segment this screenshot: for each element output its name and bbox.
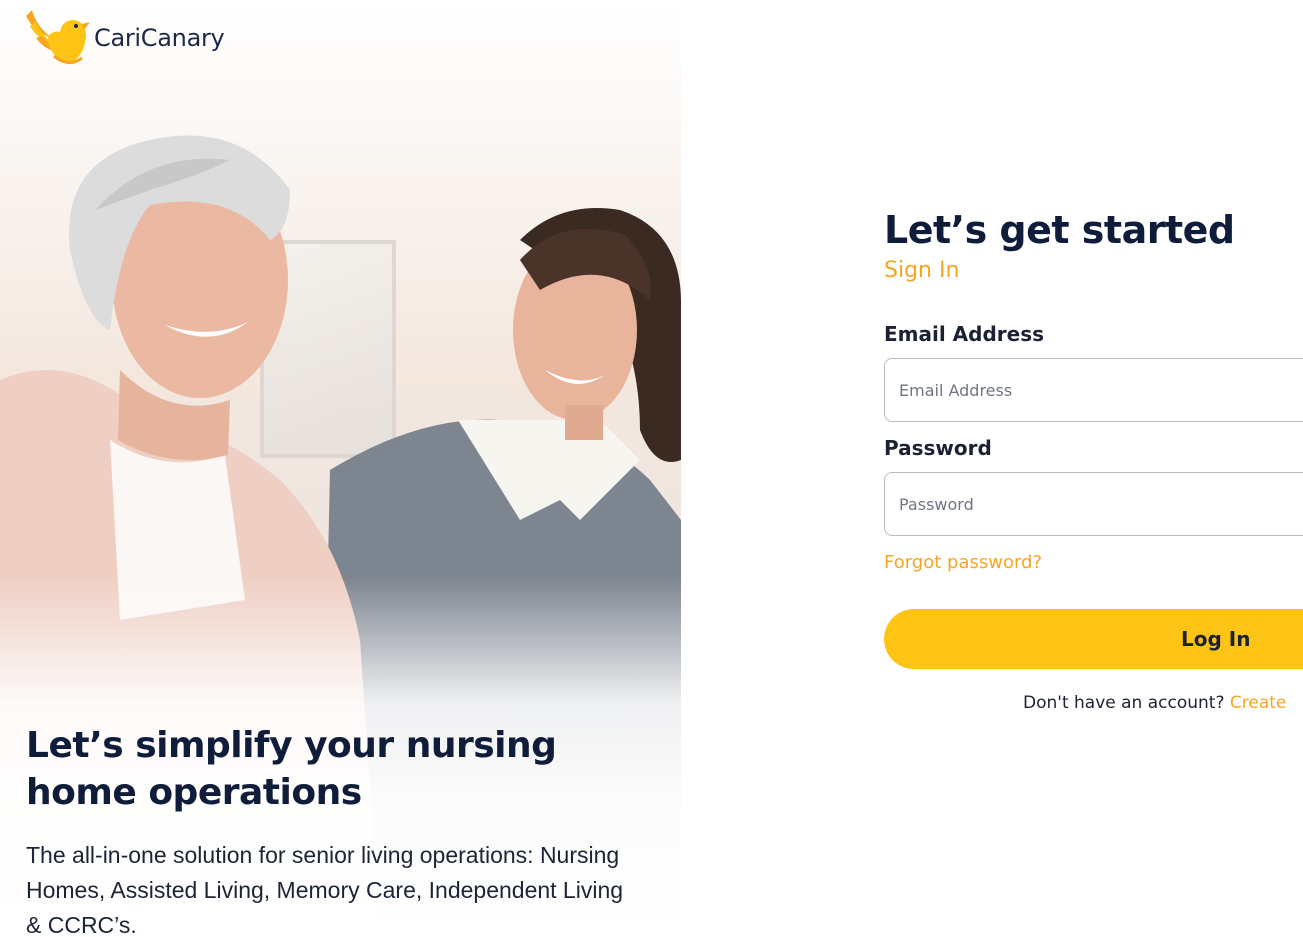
email-label: Email Address — [884, 322, 1045, 346]
forgot-password-link[interactable]: Forgot password? — [884, 552, 1042, 573]
signup-row: Don't have an account? Create — [1023, 693, 1286, 713]
email-field[interactable] — [884, 358, 1303, 422]
hero-title: Let’s simplify your nursing home operati… — [26, 725, 557, 813]
password-field[interactable] — [884, 472, 1303, 536]
password-label: Password — [884, 436, 992, 460]
hero-description: The all-in-one solution for senior livin… — [26, 842, 624, 937]
brand-name: CariCanary — [94, 24, 225, 52]
brand-logo[interactable]: CariCanary — [24, 6, 225, 70]
signup-prompt: Don't have an account? — [1023, 693, 1225, 713]
hero-panel: CariCanary Let’s simplify your nursing h… — [0, 0, 681, 937]
sign-in-subtitle: Sign In — [884, 258, 960, 283]
login-button[interactable]: Log In — [884, 609, 1303, 669]
create-account-link[interactable]: Create — [1230, 693, 1287, 713]
canary-bird-icon — [26, 10, 90, 64]
page-title: Let’s get started — [884, 208, 1235, 252]
login-panel: Let’s get started Sign In Email Address … — [681, 0, 1303, 937]
